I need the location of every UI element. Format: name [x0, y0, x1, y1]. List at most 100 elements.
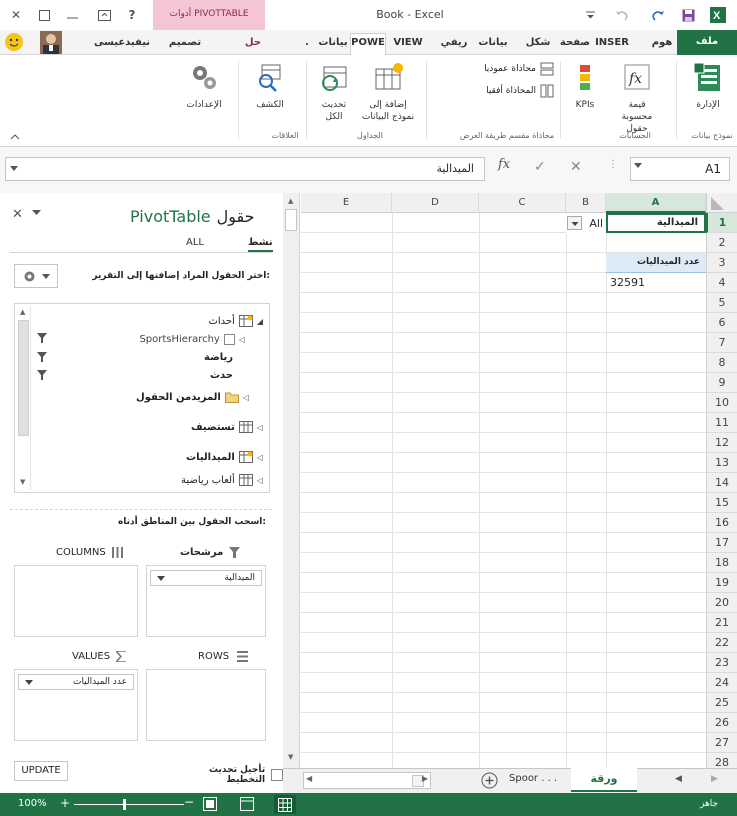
- tab-active[interactable]: نشط: [248, 237, 273, 252]
- tools-button[interactable]: [14, 264, 58, 288]
- kpis-button[interactable]: KPIs: [568, 61, 602, 111]
- tab-analyze[interactable]: حل: [208, 34, 298, 54]
- row-header[interactable]: 27: [706, 733, 737, 753]
- row-header[interactable]: 5: [706, 293, 737, 313]
- row-header[interactable]: 22: [706, 633, 737, 653]
- normal-view-button[interactable]: [274, 795, 296, 814]
- field-sport[interactable]: رياضة: [204, 348, 233, 366]
- user-name[interactable]: نيفيدعيسى: [92, 34, 152, 54]
- row-header[interactable]: 7: [706, 333, 737, 353]
- zoom-slider-thumb[interactable]: [123, 799, 126, 810]
- calculated-field-button[interactable]: fx قيمة محسوبة حقول: [612, 61, 662, 135]
- zoom-level[interactable]: 100%: [18, 798, 47, 809]
- insert-function-icon[interactable]: fx: [498, 157, 510, 172]
- defer-update-row[interactable]: تأجيل تحديث التخطيط: [168, 765, 283, 785]
- columns-drop-zone[interactable]: [14, 565, 138, 637]
- column-header-c[interactable]: C: [479, 193, 566, 213]
- rows-drop-zone[interactable]: [146, 669, 266, 741]
- tab-review[interactable]: ريفي: [436, 34, 472, 54]
- smiley-feedback-icon[interactable]: [4, 32, 24, 52]
- cancel-formula-icon[interactable]: ✕: [570, 159, 582, 175]
- expand-arrow-icon[interactable]: ◁: [243, 393, 249, 402]
- expand-arrow-icon[interactable]: ◁: [257, 476, 263, 485]
- row-header[interactable]: 16: [706, 513, 737, 533]
- cell-a3[interactable]: عدد الميداليات: [606, 253, 706, 273]
- collapse-ribbon-icon[interactable]: [10, 133, 20, 140]
- tab-power[interactable]: POWE: [350, 33, 386, 55]
- tab-design[interactable]: تصميم: [168, 34, 202, 54]
- field-event[interactable]: حدث: [210, 366, 233, 384]
- tab-file[interactable]: ملف: [677, 30, 737, 55]
- detect-button[interactable]: الكشف: [248, 61, 292, 111]
- row-header[interactable]: 14: [706, 473, 737, 493]
- field-list-scrollbar[interactable]: ▲ ▼: [17, 306, 31, 490]
- filter-dropdown-button[interactable]: [567, 216, 582, 230]
- field-table-sports[interactable]: ألعاب رياضية ◁: [181, 472, 263, 488]
- horizontal-scrollbar[interactable]: ◀ ▶: [303, 772, 431, 789]
- row-header[interactable]: 8: [706, 353, 737, 373]
- pane-options-dropdown-icon[interactable]: [32, 210, 41, 216]
- pane-close-icon[interactable]: ✕: [12, 207, 23, 222]
- expand-arrow-icon[interactable]: ◁: [257, 423, 263, 432]
- checkbox[interactable]: [223, 333, 235, 345]
- values-item-medal-count[interactable]: عدد الميداليات: [18, 674, 134, 690]
- expand-arrow-icon[interactable]: ◁: [239, 335, 245, 344]
- column-header-d[interactable]: D: [392, 193, 479, 213]
- column-header-b[interactable]: B: [566, 193, 606, 213]
- tab-data[interactable]: بيانات: [476, 34, 510, 54]
- sheet-tab-spoor[interactable]: Spoor . . .: [509, 773, 557, 784]
- zoom-out-icon[interactable]: −: [184, 795, 194, 809]
- sheet-tab-active[interactable]: ورقة: [571, 768, 637, 792]
- filter-item-medal[interactable]: الميدالية: [150, 570, 262, 586]
- user-avatar[interactable]: [40, 31, 62, 54]
- add-sheet-icon[interactable]: [481, 772, 498, 789]
- update-button[interactable]: UPDATE: [14, 761, 68, 781]
- defer-checkbox[interactable]: [271, 769, 283, 781]
- row-header[interactable]: 13: [706, 453, 737, 473]
- tab-data-2[interactable]: بيانات: [316, 34, 350, 54]
- zoom-slider[interactable]: [74, 804, 184, 805]
- collapse-arrow-icon[interactable]: ◢: [257, 317, 263, 326]
- sheet-scroll-right-icon[interactable]: ▶: [711, 774, 718, 784]
- align-vertical-button[interactable]: محاذاة عموديا: [478, 61, 554, 77]
- column-header-a[interactable]: A: [606, 193, 706, 213]
- tab-format[interactable]: شكل: [522, 34, 554, 54]
- field-more-fields[interactable]: المزيدمن الحقول ◁: [136, 388, 249, 406]
- tab-all[interactable]: ALL: [186, 237, 204, 248]
- sheet-scroll-left-icon[interactable]: ◀: [675, 774, 682, 784]
- row-header[interactable]: 10: [706, 393, 737, 413]
- help-icon[interactable]: ?: [122, 5, 142, 25]
- row-header[interactable]: 23: [706, 653, 737, 673]
- chevron-down-icon[interactable]: [157, 576, 165, 581]
- page-layout-view-icon[interactable]: [240, 797, 254, 811]
- tab-page[interactable]: صفحة: [558, 34, 592, 54]
- save-icon[interactable]: [678, 5, 698, 25]
- align-horizontal-button[interactable]: المحاذاة أفقيا: [478, 83, 554, 99]
- enter-formula-icon[interactable]: ✓: [534, 159, 546, 175]
- redo-icon[interactable]: [648, 5, 668, 25]
- formula-input[interactable]: الميدالية: [5, 157, 485, 181]
- row-header[interactable]: 17: [706, 533, 737, 553]
- ribbon-display-icon[interactable]: [94, 5, 114, 25]
- row-header[interactable]: 3: [706, 253, 737, 273]
- filters-drop-zone[interactable]: الميدالية: [146, 565, 266, 637]
- row-header[interactable]: 24: [706, 673, 737, 693]
- close-icon[interactable]: ✕: [6, 5, 26, 25]
- undo-icon[interactable]: [612, 5, 632, 25]
- cell-a1[interactable]: الميدالية: [606, 213, 706, 233]
- tab-insert[interactable]: INSER: [592, 34, 632, 54]
- row-header[interactable]: 1: [706, 213, 737, 233]
- column-header-e[interactable]: E: [301, 193, 392, 213]
- zoom-in-icon[interactable]: +: [60, 796, 70, 810]
- minimize-icon[interactable]: [62, 5, 82, 25]
- page-break-view-icon[interactable]: [203, 797, 217, 811]
- name-box[interactable]: A1: [630, 157, 730, 181]
- refresh-all-button[interactable]: تحديث الكل: [314, 61, 354, 123]
- tab-home[interactable]: هوم: [646, 34, 678, 54]
- row-header[interactable]: 9: [706, 373, 737, 393]
- cell-a4[interactable]: 32591: [606, 273, 706, 293]
- expand-formula-icon[interactable]: [10, 166, 18, 172]
- row-header[interactable]: 11: [706, 413, 737, 433]
- row-header[interactable]: 2: [706, 233, 737, 253]
- settings-button[interactable]: الإعدادات: [182, 61, 226, 111]
